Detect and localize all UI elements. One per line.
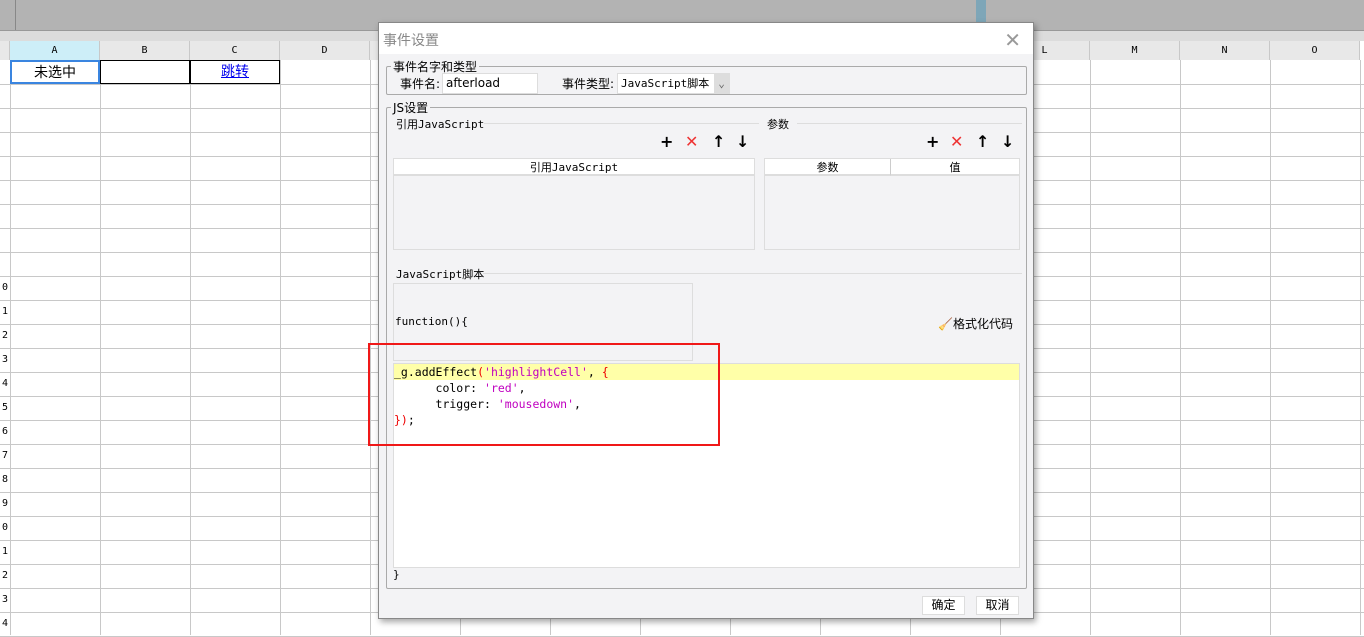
row-number[interactable]: 1	[0, 546, 8, 557]
add-icon[interactable]: +	[926, 132, 939, 151]
event-type-label: 事件类型:	[562, 77, 615, 91]
column-header-C[interactable]: C	[190, 41, 280, 60]
row-number[interactable]: 3	[0, 594, 8, 605]
column-header-O[interactable]: O	[1270, 41, 1360, 60]
event-type-value: JavaScript脚本	[621, 77, 710, 90]
column-header: 值	[891, 159, 1019, 176]
row-number[interactable]: 4	[0, 618, 8, 629]
ref-js-section-title: 引用JavaScript	[396, 118, 485, 131]
row-number[interactable]: 3	[0, 354, 8, 365]
arrow-up-icon[interactable]: ↑	[712, 132, 725, 151]
arrow-down-icon[interactable]: ↓	[736, 132, 749, 151]
column-header-A[interactable]: A	[10, 41, 100, 60]
chevron-down-icon[interactable]: ⌄	[714, 74, 729, 93]
row-number[interactable]: 0	[0, 282, 8, 293]
delete-icon[interactable]: ✕	[685, 132, 698, 151]
row-number[interactable]: 0	[0, 522, 8, 533]
cell-A1[interactable]: 未选中	[10, 60, 100, 84]
format-code-button[interactable]: 🧹格式化代码	[938, 315, 1013, 332]
ref-js-table[interactable]: 引用JavaScript	[393, 158, 755, 250]
cell-B1[interactable]	[100, 60, 190, 84]
format-code-label: 格式化代码	[952, 317, 1013, 331]
cell-C1-link[interactable]: 跳转	[190, 60, 280, 84]
params-table[interactable]: 参数 值	[764, 158, 1020, 250]
annotation-highlight-box	[368, 343, 720, 446]
row-number[interactable]: 6	[0, 426, 8, 437]
row-number[interactable]: 4	[0, 378, 8, 389]
delete-icon[interactable]: ✕	[950, 132, 963, 151]
params-section-title: 参数	[767, 118, 789, 131]
column-header-M[interactable]: M	[1090, 41, 1180, 60]
event-type-select[interactable]: JavaScript脚本 ⌄	[617, 73, 730, 94]
ok-button[interactable]: 确定	[922, 596, 965, 615]
row-number[interactable]: 5	[0, 402, 8, 413]
event-name-label: 事件名:	[400, 77, 441, 91]
row-number[interactable]: 8	[0, 474, 8, 485]
row-number[interactable]: 7	[0, 450, 8, 461]
close-icon[interactable]: ✕	[1004, 28, 1021, 52]
event-settings-dialog: 事件设置 ✕ 事件名字和类型 事件名: afterload 事件类型: Java…	[378, 22, 1034, 619]
column-header-D[interactable]: D	[280, 41, 370, 60]
dialog-title: 事件设置	[383, 33, 439, 49]
function-header: function(){	[395, 315, 468, 328]
column-header-N[interactable]: N	[1180, 41, 1270, 60]
arrow-down-icon[interactable]: ↓	[1001, 132, 1014, 151]
dialog-title-bar: 事件设置 ✕	[379, 23, 1033, 54]
row-number[interactable]: 2	[0, 570, 8, 581]
arrow-up-icon[interactable]: ↑	[976, 132, 989, 151]
row-number[interactable]: 9	[0, 498, 8, 509]
add-icon[interactable]: +	[660, 132, 673, 151]
row-number[interactable]: 2	[0, 330, 8, 341]
column-header: 参数	[765, 159, 891, 176]
column-header-B[interactable]: B	[100, 41, 190, 60]
cancel-button[interactable]: 取消	[976, 596, 1019, 615]
script-section-title: JavaScript脚本	[396, 268, 485, 281]
event-name-input[interactable]: afterload	[442, 73, 538, 94]
group-label: JS设置	[393, 101, 429, 115]
broom-icon: 🧹	[938, 317, 953, 331]
column-header: 引用JavaScript	[394, 159, 754, 176]
closing-brace: }	[393, 568, 400, 581]
scroll-marker	[976, 0, 986, 24]
row-number[interactable]: 1	[0, 306, 8, 317]
corner	[0, 41, 10, 60]
